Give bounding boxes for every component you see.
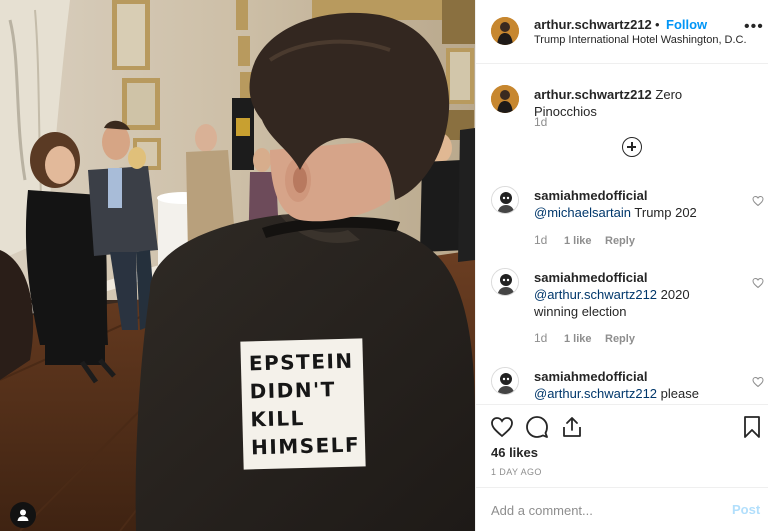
comment-bubble-icon[interactable] <box>525 415 549 439</box>
comment-likes[interactable]: 1 like <box>564 235 592 247</box>
jacket-patch-text: EPSTEIN DIDN'T KILL HIMSELF <box>240 338 366 470</box>
reply-button[interactable]: Reply <box>605 333 635 345</box>
caption-username[interactable]: arthur.schwartz212 <box>534 87 652 102</box>
avatar-image <box>491 17 519 45</box>
avatar-image <box>492 187 518 213</box>
avatar-image <box>492 269 518 295</box>
like-heart-icon[interactable] <box>490 415 514 439</box>
patch-line: HIMSELF <box>250 432 361 460</box>
comment-username[interactable]: samiahmedofficial <box>534 188 647 203</box>
header-location[interactable]: Trump International Hotel Washington, D.… <box>534 34 747 46</box>
share-upload-icon[interactable] <box>560 415 584 439</box>
comment-likes[interactable]: 1 like <box>564 333 592 345</box>
post-date[interactable]: 1 DAY AGO <box>491 467 542 477</box>
avatar[interactable] <box>491 186 519 214</box>
post-comment-button[interactable]: Post <box>732 502 760 517</box>
post-side-panel: arthur.schwartz212 • Follow Trump Intern… <box>475 0 768 531</box>
avatar[interactable] <box>491 85 519 113</box>
post-header: arthur.schwartz212 • Follow Trump Intern… <box>476 0 768 64</box>
comment-mention[interactable]: @michaelsartain <box>534 205 631 220</box>
party-scene-image <box>0 0 475 531</box>
patch-line: EPSTEIN <box>248 348 354 376</box>
avatar[interactable] <box>491 17 519 45</box>
bookmark-icon[interactable] <box>740 415 764 439</box>
caption-time[interactable]: 1d <box>534 115 547 129</box>
post-actions: 46 likes 1 DAY AGO <box>476 404 768 488</box>
user-tag-button[interactable] <box>10 502 36 528</box>
user-icon <box>17 509 29 521</box>
comment-input[interactable] <box>491 501 711 519</box>
likes-count[interactable]: 46 likes <box>491 445 538 460</box>
ellipsis-icon[interactable]: ••• <box>744 19 764 35</box>
reply-button[interactable]: Reply <box>605 235 635 247</box>
caption: arthur.schwartz212 Zero Pinocchios <box>534 86 734 120</box>
patch-line: KILL <box>250 405 306 432</box>
add-comment-bar: Post <box>476 487 768 531</box>
instagram-post: EPSTEIN DIDN'T KILL HIMSELF arthur.schwa… <box>0 0 768 531</box>
avatar[interactable] <box>491 268 519 296</box>
like-comment-heart-icon[interactable] <box>752 195 764 207</box>
post-photo[interactable]: EPSTEIN DIDN'T KILL HIMSELF <box>0 0 475 531</box>
header-username[interactable]: arthur.schwartz212 <box>534 17 652 32</box>
like-comment-heart-icon[interactable] <box>752 277 764 289</box>
like-comment-heart-icon[interactable] <box>752 376 764 388</box>
comment-text: Trump 202 <box>634 205 697 220</box>
header-separator: • <box>655 17 660 32</box>
comments-list[interactable]: arthur.schwartz212 Zero Pinocchios 1d sa… <box>476 65 768 404</box>
comment-text: please <box>660 386 699 401</box>
avatar[interactable] <box>491 367 519 395</box>
comment-username[interactable]: samiahmedofficial <box>534 270 647 285</box>
comment-time[interactable]: 1d <box>534 233 547 247</box>
comment: samiahmedofficial @michaelsartain Trump … <box>534 187 734 221</box>
comment-mention[interactable]: @arthur.schwartz212 <box>534 386 657 401</box>
load-more-comments-icon[interactable] <box>622 137 642 157</box>
comment-mention[interactable]: @arthur.schwartz212 <box>534 287 657 302</box>
comment: samiahmedofficial @arthur.schwartz212 pl… <box>534 368 734 402</box>
avatar-image <box>491 85 519 113</box>
comment: samiahmedofficial @arthur.schwartz212 20… <box>534 269 734 320</box>
patch-line: DIDN'T <box>249 377 337 404</box>
comment-time[interactable]: 1d <box>534 331 547 345</box>
follow-button[interactable]: Follow <box>666 17 707 32</box>
avatar-image <box>492 368 518 394</box>
comment-username[interactable]: samiahmedofficial <box>534 369 647 384</box>
